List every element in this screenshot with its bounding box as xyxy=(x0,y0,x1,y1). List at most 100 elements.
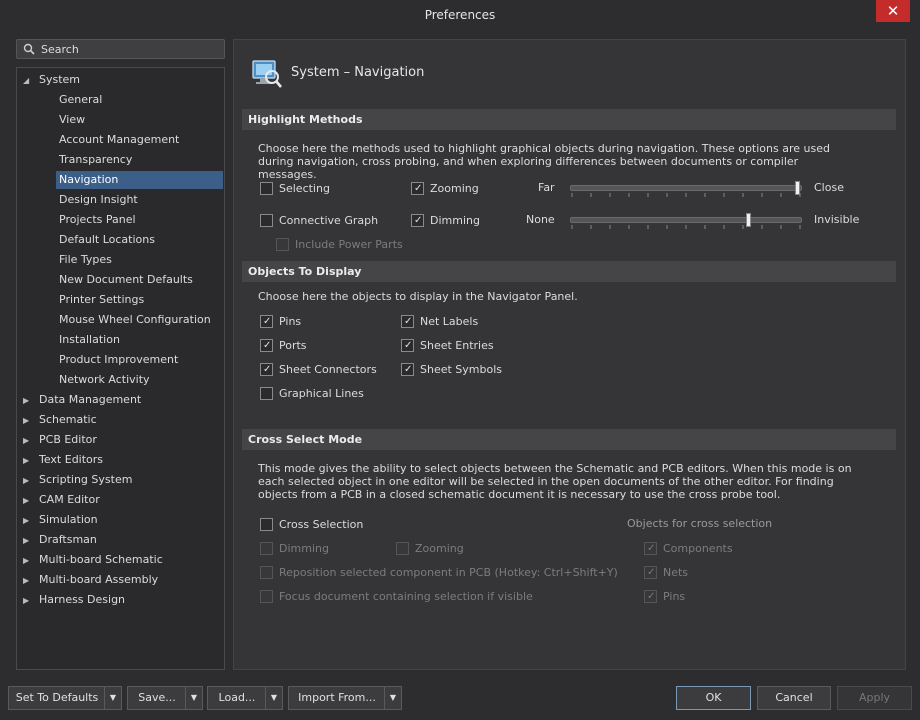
slider-track[interactable] xyxy=(570,185,802,191)
checkbox-box[interactable] xyxy=(260,182,273,195)
tree-item-scripting-system[interactable]: ▶ Scripting System xyxy=(23,471,132,489)
navigation-page-icon xyxy=(252,60,282,88)
import-from-button[interactable]: Import From... xyxy=(288,686,386,710)
check-mark-icon: ✓ xyxy=(263,316,272,327)
checkbox-label: Ports xyxy=(279,339,307,352)
checkbox-box[interactable]: ✓ xyxy=(411,182,424,195)
save-dropdown[interactable]: ▼ xyxy=(185,686,203,710)
collapsed-arrow-icon[interactable]: ▶ xyxy=(23,572,39,590)
load-dropdown[interactable]: ▼ xyxy=(265,686,283,710)
tree-item-text-editors[interactable]: ▶ Text Editors xyxy=(23,451,103,469)
tree-item-file-types[interactable]: File Types xyxy=(56,251,115,269)
collapsed-arrow-icon[interactable]: ▶ xyxy=(23,512,39,530)
set-to-defaults-dropdown[interactable]: ▼ xyxy=(104,686,122,710)
check-mark-icon: ✓ xyxy=(647,591,656,602)
set-to-defaults-button[interactable]: Set To Defaults xyxy=(8,686,106,710)
collapsed-arrow-icon[interactable]: ▶ xyxy=(23,432,39,450)
section-heading-cross-select-mode: Cross Select Mode xyxy=(242,429,896,450)
checkbox-box[interactable]: ✓ xyxy=(260,339,273,352)
close-button[interactable]: ✕ xyxy=(876,0,910,22)
tree-item-view[interactable]: View xyxy=(56,111,88,129)
collapsed-arrow-icon[interactable]: ▶ xyxy=(23,452,39,470)
checkbox-label: Net Labels xyxy=(420,315,479,328)
checkbox-box: ✓ xyxy=(644,542,657,555)
tree-item-data-management[interactable]: ▶ Data Management xyxy=(23,391,141,409)
checkbox-label: Sheet Entries xyxy=(420,339,494,352)
checkbox-label: Pins xyxy=(663,590,686,603)
checkbox-label: Focus document containing selection if v… xyxy=(279,590,533,603)
cancel-button[interactable]: Cancel xyxy=(757,686,831,710)
load-button[interactable]: Load... xyxy=(207,686,267,710)
tree-item-network-activity[interactable]: Network Activity xyxy=(56,371,153,389)
tree-item-installation[interactable]: Installation xyxy=(56,331,123,349)
checkbox-box[interactable] xyxy=(260,214,273,227)
checkbox-label: Components xyxy=(663,542,733,555)
expanded-arrow-icon[interactable]: ◢ xyxy=(23,72,39,90)
checkbox-box[interactable] xyxy=(260,518,273,531)
highlight-description: Choose here the methods used to highligh… xyxy=(258,142,830,181)
tree-item-product-improvement[interactable]: Product Improvement xyxy=(56,351,181,369)
settings-panel: System – Navigation Highlight Methods Ch… xyxy=(233,39,906,670)
tree-item-new-document-defaults[interactable]: New Document Defaults xyxy=(56,271,196,289)
zoom-slider-min-label: Far xyxy=(538,181,555,194)
collapsed-arrow-icon[interactable]: ▶ xyxy=(23,592,39,610)
checkbox-box[interactable] xyxy=(260,387,273,400)
tree-item-cam-editor[interactable]: ▶ CAM Editor xyxy=(23,491,100,509)
tree-item-default-locations[interactable]: Default Locations xyxy=(56,231,158,249)
check-mark-icon: ✓ xyxy=(647,543,656,554)
checkbox-box[interactable]: ✓ xyxy=(260,363,273,376)
tree-item-schematic[interactable]: ▶ Schematic xyxy=(23,411,97,429)
import-from-dropdown[interactable]: ▼ xyxy=(384,686,402,710)
collapsed-arrow-icon[interactable]: ▶ xyxy=(23,392,39,410)
tree-item-simulation[interactable]: ▶ Simulation xyxy=(23,511,98,529)
tree-item-navigation[interactable]: Navigation xyxy=(56,171,223,189)
tree-item-pcb-editor[interactable]: ▶ PCB Editor xyxy=(23,431,97,449)
checkbox-box xyxy=(276,238,289,251)
tree-item-general[interactable]: General xyxy=(56,91,105,109)
objects-for-cross-selection-heading: Objects for cross selection xyxy=(627,517,773,530)
dim-slider-min-label: None xyxy=(526,213,555,226)
checkbox-box: ✓ xyxy=(644,566,657,579)
collapsed-arrow-icon[interactable]: ▶ xyxy=(23,492,39,510)
tree-item-multi-board-schematic[interactable]: ▶ Multi-board Schematic xyxy=(23,551,163,569)
checkbox-box[interactable]: ✓ xyxy=(260,315,273,328)
tree-item-system[interactable]: ◢ System xyxy=(23,71,80,89)
collapsed-arrow-icon[interactable]: ▶ xyxy=(23,532,39,550)
tree-item-printer-settings[interactable]: Printer Settings xyxy=(56,291,147,309)
tree-item-account-management[interactable]: Account Management xyxy=(56,131,182,149)
tree-item-multi-board-assembly[interactable]: ▶ Multi-board Assembly xyxy=(23,571,158,589)
checkbox-label: Zooming xyxy=(430,182,479,195)
ok-button[interactable]: OK xyxy=(676,686,751,710)
tree-item-design-insight[interactable]: Design Insight xyxy=(56,191,141,209)
slider-track[interactable] xyxy=(570,217,802,223)
search-placeholder: Search xyxy=(41,43,79,56)
save-button[interactable]: Save... xyxy=(127,686,187,710)
checkbox-box[interactable]: ✓ xyxy=(401,315,414,328)
preferences-tree[interactable]: ◢ System General View Account Management … xyxy=(16,67,225,670)
collapsed-arrow-icon[interactable]: ▶ xyxy=(23,412,39,430)
collapsed-arrow-icon[interactable]: ▶ xyxy=(23,552,39,570)
slider-thumb[interactable] xyxy=(746,213,751,227)
check-mark-icon: ✓ xyxy=(414,183,423,194)
chevron-down-icon: ▼ xyxy=(109,693,117,702)
check-mark-icon: ✓ xyxy=(404,316,413,327)
checkbox-label: Sheet Connectors xyxy=(279,363,377,376)
zoom-slider[interactable] xyxy=(570,181,802,197)
checkbox-box[interactable]: ✓ xyxy=(401,363,414,376)
search-input[interactable]: Search xyxy=(16,39,225,59)
tree-item-label: Scripting System xyxy=(39,473,133,486)
dim-slider[interactable] xyxy=(570,213,802,229)
apply-button: Apply xyxy=(837,686,912,710)
tree-item-transparency[interactable]: Transparency xyxy=(56,151,135,169)
tree-item-harness-design[interactable]: ▶ Harness Design xyxy=(23,591,125,609)
slider-ticks xyxy=(571,193,801,197)
collapsed-arrow-icon[interactable]: ▶ xyxy=(23,472,39,490)
checkbox-box[interactable]: ✓ xyxy=(401,339,414,352)
slider-thumb[interactable] xyxy=(795,181,800,195)
check-mark-icon: ✓ xyxy=(404,340,413,351)
tree-item-draftsman[interactable]: ▶ Draftsman xyxy=(23,531,97,549)
checkbox-box[interactable]: ✓ xyxy=(411,214,424,227)
search-icon xyxy=(23,43,35,55)
tree-item-projects-panel[interactable]: Projects Panel xyxy=(56,211,139,229)
tree-item-mouse-wheel-configuration[interactable]: Mouse Wheel Configuration xyxy=(56,311,214,329)
